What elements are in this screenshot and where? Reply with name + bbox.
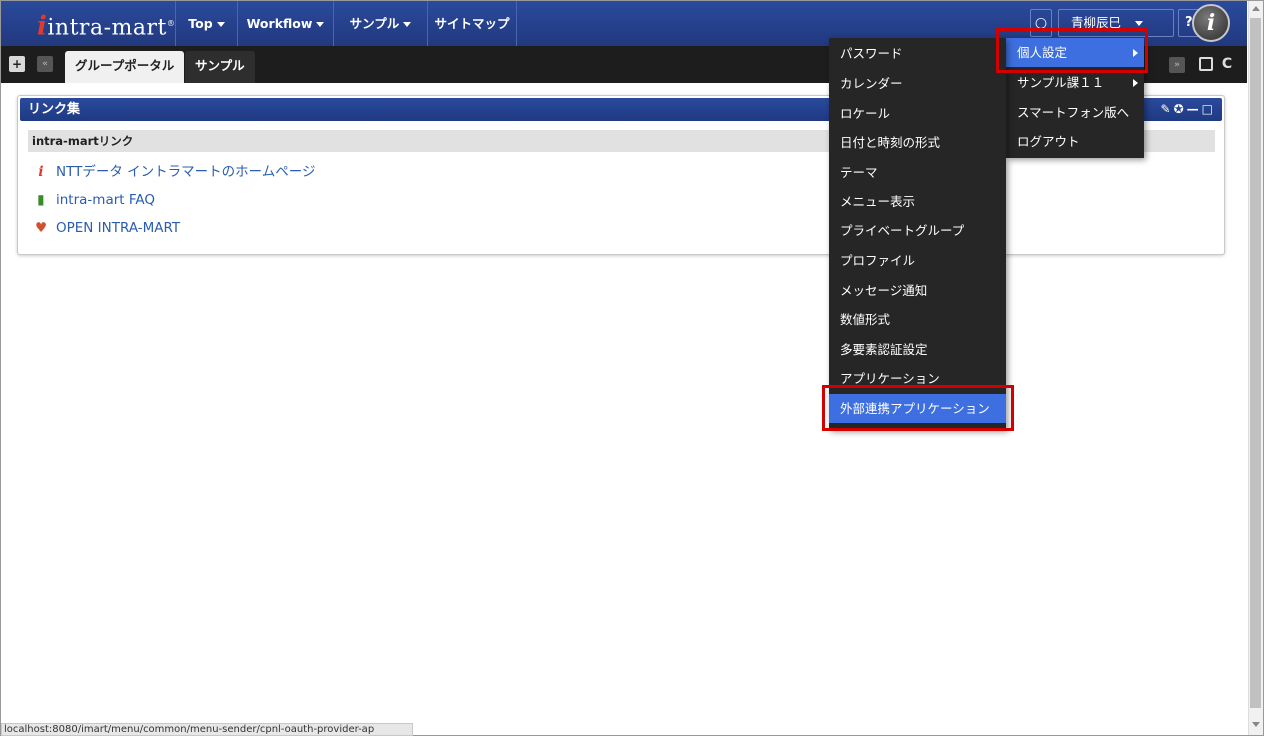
nav-sitemap[interactable]: サイトマップ [427,1,517,46]
chevron-right-icon [1133,79,1138,87]
maximize-icon[interactable]: □ [1202,102,1216,116]
personal-settings-submenu: パスワード カレンダー ロケール 日付と時刻の形式 テーマ メニュー表示 プライ… [829,38,1006,430]
menu-item-number-format[interactable]: 数値形式 [829,305,1006,334]
link-nttdata[interactable]: i NTTデータ イントラマートのホームページ [32,162,315,182]
highlight-personal-settings [996,28,1148,73]
scroll-down-icon[interactable] [1252,722,1260,727]
portlet-title: リンク集 [28,102,81,117]
menu-item-label: メニュー表示 [840,194,916,209]
nav-sample-label: サンプル [349,16,400,31]
nav-sample[interactable]: サンプル [333,1,427,46]
scroll-up-icon[interactable] [1252,6,1260,11]
refresh-icon[interactable]: C [1219,56,1235,72]
intra-mart-logo[interactable]: iintra-mart® [37,9,175,42]
menu-item-label: スマートフォン版へ [1017,105,1130,120]
menu-item-locale[interactable]: ロケール [829,99,1006,128]
menu-item-smartphone[interactable]: スマートフォン版へ [1006,98,1144,127]
menu-item-private-group[interactable]: プライベートグループ [829,216,1006,245]
menu-item-theme[interactable]: テーマ [829,158,1006,187]
intra-mart-logo-icon: i [38,164,44,180]
minimize-icon[interactable]: — [1187,102,1202,116]
chevron-down-icon [1135,21,1144,26]
menu-item-password[interactable]: パスワード [829,39,1006,68]
scroll-right-icon[interactable]: » [1169,57,1185,73]
scrollbar-thumb[interactable] [1250,18,1261,708]
menu-item-label: ログアウト [1017,134,1080,149]
menu-item-message-notification[interactable]: メッセージ通知 [829,276,1006,305]
edit-icon[interactable]: ✎ [1161,102,1174,116]
add-tab-icon[interactable]: + [9,56,25,72]
tab-sample[interactable]: サンプル [185,51,255,83]
menu-item-label: メッセージ通知 [840,283,928,298]
portlet-tools: ✎✪—□ [1161,98,1216,121]
highlight-external-apps [822,385,1014,431]
menu-item-label: テーマ [840,165,878,180]
logo-swirl-icon: i [37,11,48,42]
chevron-down-icon [216,22,225,27]
link-label: intra-mart FAQ [56,192,156,208]
link-open-intra-mart[interactable]: ♥ OPEN INTRA-MART [32,218,180,238]
tab-label: グループポータル [75,58,175,73]
link-label: OPEN INTRA-MART [56,220,181,236]
menu-item-label: プライベートグループ [840,223,965,238]
tab-label: サンプル [195,58,245,73]
chevron-down-icon [316,22,325,27]
menu-item-label: サンプル課１１ [1017,75,1105,90]
menu-item-label: 日付と時刻の形式 [840,135,941,150]
logo-text: intra-mart [47,15,167,41]
menu-item-label: 数値形式 [840,312,891,327]
open-intra-mart-icon: ♥ [34,220,48,236]
menu-item-label: アプリケーション [840,371,940,386]
menu-item-menu-display[interactable]: メニュー表示 [829,187,1006,216]
link-label: NTTデータ イントラマートのホームページ [56,164,316,180]
menu-item-datetime-format[interactable]: 日付と時刻の形式 [829,128,1006,157]
avatar[interactable]: i [1192,4,1230,42]
nav-top[interactable]: Top [175,1,237,46]
menu-item-mfa-settings[interactable]: 多要素認証設定 [829,335,1006,364]
status-url: localhost:8080/imart/menu/common/menu-se… [1,723,413,736]
faq-icon: ▮ [37,192,45,208]
menu-item-label: パスワード [840,46,903,61]
nav-top-label: Top [188,16,213,31]
menu-item-calendar[interactable]: カレンダー [829,69,1006,98]
menu-item-label: カレンダー [840,76,903,91]
layout-icon[interactable] [1199,57,1213,71]
menu-item-label: プロファイル [840,253,916,268]
pin-icon[interactable]: ✪ [1174,102,1187,116]
nav-workflow[interactable]: Workflow [237,1,333,46]
nav-sitemap-label: サイトマップ [434,16,510,31]
link-faq[interactable]: ▮ intra-mart FAQ [32,190,155,210]
menu-item-profile[interactable]: プロファイル [829,246,1006,275]
menu-item-label: ロケール [840,106,891,121]
menu-item-logout[interactable]: ログアウト [1006,127,1144,156]
menu-item-label: 多要素認証設定 [840,342,928,357]
tab-group-portal[interactable]: グループポータル [65,51,185,83]
scroll-left-icon[interactable]: « [37,56,53,72]
chevron-down-icon [403,22,412,27]
nav-workflow-label: Workflow [246,16,313,31]
